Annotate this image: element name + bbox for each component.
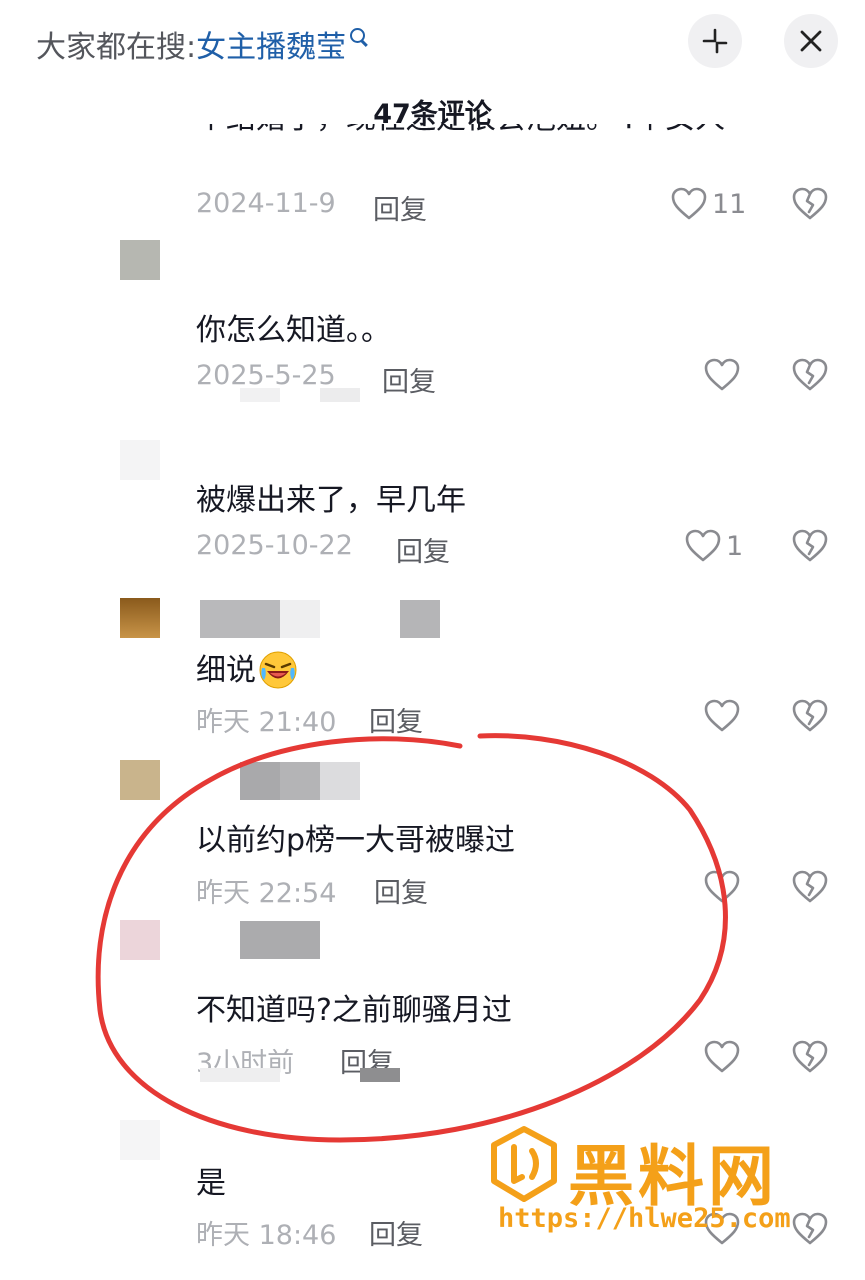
search-suggestion[interactable]: 大家都在搜:女主播魏莹 [36, 22, 366, 66]
close-button[interactable] [784, 14, 838, 68]
heart-icon [704, 1040, 740, 1073]
comment-text: 你怎么知道。。 [196, 313, 391, 348]
username-blurred [320, 762, 360, 800]
avatar[interactable] [120, 240, 160, 280]
like-count: 1 [726, 530, 744, 562]
watermark-logo-icon [491, 1126, 557, 1202]
username-blurred [280, 762, 320, 800]
username-blurred [240, 921, 320, 959]
avatar[interactable] [120, 440, 160, 480]
avatar[interactable] [120, 1120, 160, 1160]
like-button[interactable] [703, 698, 741, 734]
reply-button[interactable]: 回复 [373, 188, 427, 227]
comment-text: 细说 [196, 645, 298, 692]
dislike-button[interactable] [791, 698, 829, 738]
like-button[interactable] [703, 869, 741, 905]
dislike-button[interactable] [791, 528, 829, 568]
comment-text: 以前约p榜一大哥被曝过 [196, 823, 516, 858]
avatar[interactable] [120, 760, 160, 800]
username-blurred [200, 1068, 280, 1082]
heart-icon [685, 529, 721, 562]
like-button[interactable] [703, 1039, 741, 1075]
username-blurred [280, 600, 320, 638]
like-button[interactable]: 1 [684, 528, 743, 564]
broken-heart-icon [792, 187, 828, 220]
heart-icon [704, 699, 740, 732]
truncated-comment-text: 个结婚了，现在还是很会泡妞。4个女人 [196, 124, 725, 164]
dislike-button[interactable] [791, 1039, 829, 1079]
heart-icon [704, 870, 740, 903]
avatar[interactable] [120, 920, 160, 960]
search-keyword[interactable]: 女主播魏莹 [196, 30, 346, 65]
reply-button[interactable]: 回复 [369, 700, 423, 739]
broken-heart-icon [792, 1040, 828, 1073]
username-blurred [240, 388, 280, 402]
comment-time: 2025-5-25 [196, 360, 336, 391]
broken-heart-icon [792, 529, 828, 562]
username-blurred [360, 1068, 400, 1082]
reply-button[interactable]: 回复 [396, 530, 450, 569]
minimize-icon [702, 28, 728, 54]
comment-time: 昨天 21:40 [196, 707, 337, 738]
annotation-circle [95, 733, 728, 1143]
search-prefix: 大家都在搜: [36, 30, 197, 65]
like-button[interactable]: 11 [670, 186, 746, 222]
reply-button[interactable]: 回复 [382, 360, 436, 399]
comment-time: 昨天 22:54 [196, 878, 337, 909]
laughing-emoji-icon [259, 651, 297, 688]
reply-button[interactable]: 回复 [369, 1213, 423, 1252]
avatar[interactable] [120, 598, 160, 638]
username-blurred [400, 600, 440, 638]
watermark: 黑料网 https://hlwe25.com [488, 1125, 848, 1235]
like-count: 11 [712, 188, 747, 220]
dislike-button[interactable] [791, 869, 829, 909]
watermark-url: https://hlwe25.com [498, 1203, 791, 1234]
reply-button[interactable]: 回复 [374, 871, 428, 910]
username-blurred [320, 388, 360, 402]
close-icon [800, 30, 822, 52]
username-blurred [200, 600, 280, 638]
comment-time: 2025-10-22 [196, 530, 353, 561]
username-blurred [240, 762, 280, 800]
broken-heart-icon [792, 699, 828, 732]
heart-icon [704, 358, 740, 391]
comment-time: 昨天 18:46 [196, 1220, 337, 1251]
dislike-button[interactable] [791, 186, 829, 226]
broken-heart-icon [792, 358, 828, 391]
heart-icon [671, 187, 707, 220]
broken-heart-icon [792, 870, 828, 903]
comment-time: 2024-11-9 [196, 188, 336, 219]
comment-text: 不知道吗?之前聊骚月过 [196, 993, 512, 1028]
minimize-button[interactable] [688, 14, 742, 68]
dislike-button[interactable] [791, 357, 829, 397]
comment-text: 被爆出来了，早几年 [196, 483, 466, 518]
like-button[interactable] [703, 357, 741, 393]
search-icon [350, 28, 366, 43]
comment-text: 是 [196, 1166, 226, 1201]
